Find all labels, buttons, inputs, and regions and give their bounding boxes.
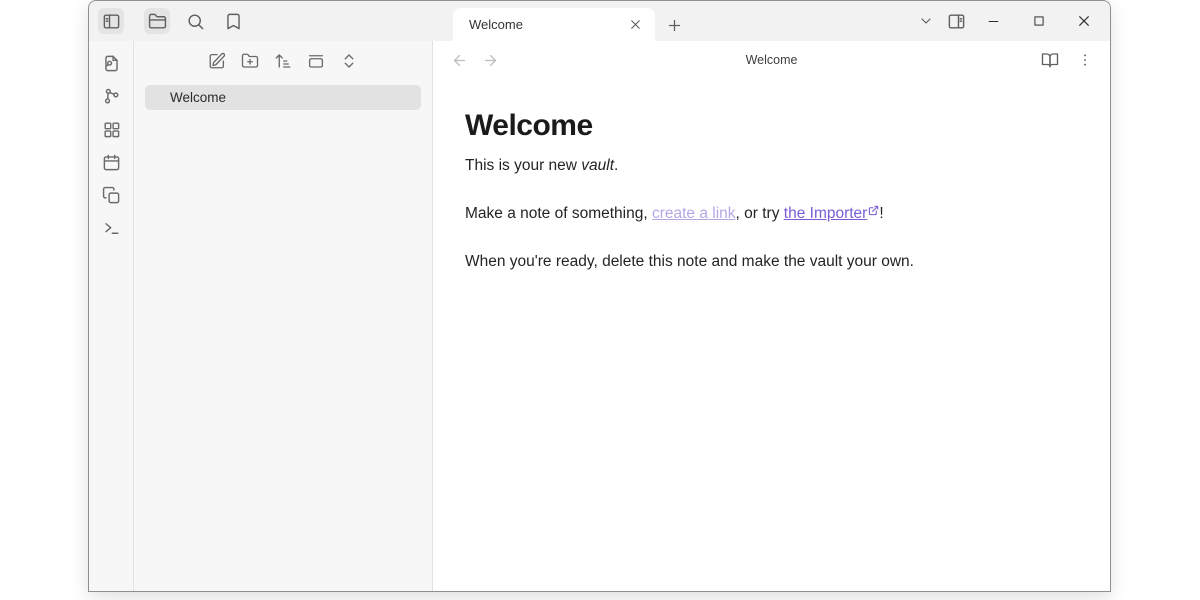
left-ribbon — [89, 41, 133, 591]
navigate-back-button[interactable] — [449, 50, 469, 70]
file-search-icon — [102, 54, 121, 73]
toggle-right-sidebar-button[interactable] — [943, 8, 969, 34]
the-importer-external-link[interactable]: the Importer — [784, 205, 868, 222]
maximize-button[interactable] — [1024, 14, 1053, 28]
plus-icon — [666, 17, 683, 34]
files-tab-button[interactable] — [144, 8, 170, 34]
close-icon — [628, 17, 643, 32]
graph-icon — [102, 87, 121, 106]
note-paragraph-1: This is your new vault. — [465, 156, 1053, 176]
more-options-button[interactable] — [1076, 49, 1094, 71]
navigate-forward-button[interactable] — [480, 50, 500, 70]
file-explorer: Welcome — [133, 41, 432, 591]
bookmarks-tab-button[interactable] — [220, 8, 246, 34]
titlebar: Welcome — [89, 1, 1110, 41]
terminal-icon — [102, 219, 121, 238]
note-heading: Welcome — [465, 109, 1053, 143]
calendar-icon — [102, 153, 121, 172]
collapse-view-button[interactable] — [306, 51, 326, 71]
panel-top-icon — [307, 52, 325, 70]
view-header-actions — [1039, 49, 1094, 71]
external-link-icon — [868, 205, 879, 216]
panel-right-icon — [947, 12, 966, 31]
chevrons-up-down-icon — [340, 52, 358, 70]
file-list: Welcome — [134, 85, 432, 110]
folder-icon — [148, 12, 167, 31]
explorer-toolbar — [134, 41, 432, 71]
templates-button[interactable] — [100, 184, 122, 206]
file-name: Welcome — [170, 90, 226, 105]
layout-grid-icon — [102, 120, 121, 139]
new-note-button[interactable] — [207, 51, 227, 71]
search-tab-button[interactable] — [182, 8, 208, 34]
nav-arrows — [449, 50, 500, 70]
command-palette-button[interactable] — [100, 217, 122, 239]
quick-switcher-button[interactable] — [100, 52, 122, 74]
view-header: Welcome — [433, 41, 1110, 79]
tab-close-button[interactable] — [628, 17, 643, 32]
note-paragraph-2: Make a note of something, create a link,… — [465, 204, 1053, 224]
titlebar-left-icons — [98, 8, 246, 34]
sort-ascending-icon — [274, 52, 292, 70]
note-content: Welcome This is your new vault. Make a n… — [433, 79, 1093, 272]
folder-plus-icon — [241, 52, 259, 70]
arrow-right-icon — [482, 52, 499, 69]
copy-icon — [102, 186, 121, 205]
daily-note-button[interactable] — [100, 151, 122, 173]
window-close-button[interactable] — [1069, 13, 1098, 29]
edit-icon — [208, 52, 226, 70]
canvas-button[interactable] — [100, 118, 122, 140]
graph-view-button[interactable] — [100, 85, 122, 107]
obsidian-window: Welcome — [88, 0, 1111, 592]
create-a-link-internal-link[interactable]: create a link — [652, 205, 736, 222]
toggle-left-sidebar-button[interactable] — [98, 8, 124, 34]
sort-order-button[interactable] — [273, 51, 293, 71]
expand-collapse-all-button[interactable] — [339, 51, 359, 71]
close-icon — [1076, 13, 1092, 29]
new-folder-button[interactable] — [240, 51, 260, 71]
panel-left-icon — [102, 12, 121, 31]
book-open-icon — [1041, 51, 1059, 69]
tab-list-button[interactable] — [913, 8, 939, 34]
titlebar-right — [913, 8, 1098, 34]
view-header-title: Welcome — [433, 53, 1110, 67]
vault-emphasis: vault — [581, 157, 614, 174]
chevron-down-icon — [918, 13, 934, 29]
bookmark-icon — [224, 12, 243, 31]
search-icon — [186, 12, 205, 31]
note-paragraph-3: When you're ready, delete this note and … — [465, 252, 1053, 272]
maximize-icon — [1032, 14, 1046, 28]
tab-welcome[interactable]: Welcome — [453, 8, 655, 41]
arrow-left-icon — [451, 52, 468, 69]
new-tab-button[interactable] — [661, 12, 687, 38]
file-item-welcome[interactable]: Welcome — [145, 85, 421, 110]
main-pane: Welcome Welcome This is your new vault. … — [432, 41, 1110, 591]
ellipsis-vertical-icon — [1077, 52, 1093, 68]
minimize-button[interactable] — [979, 14, 1008, 29]
minimize-icon — [986, 14, 1001, 29]
reading-mode-button[interactable] — [1039, 49, 1061, 71]
tab-title: Welcome — [469, 17, 628, 32]
